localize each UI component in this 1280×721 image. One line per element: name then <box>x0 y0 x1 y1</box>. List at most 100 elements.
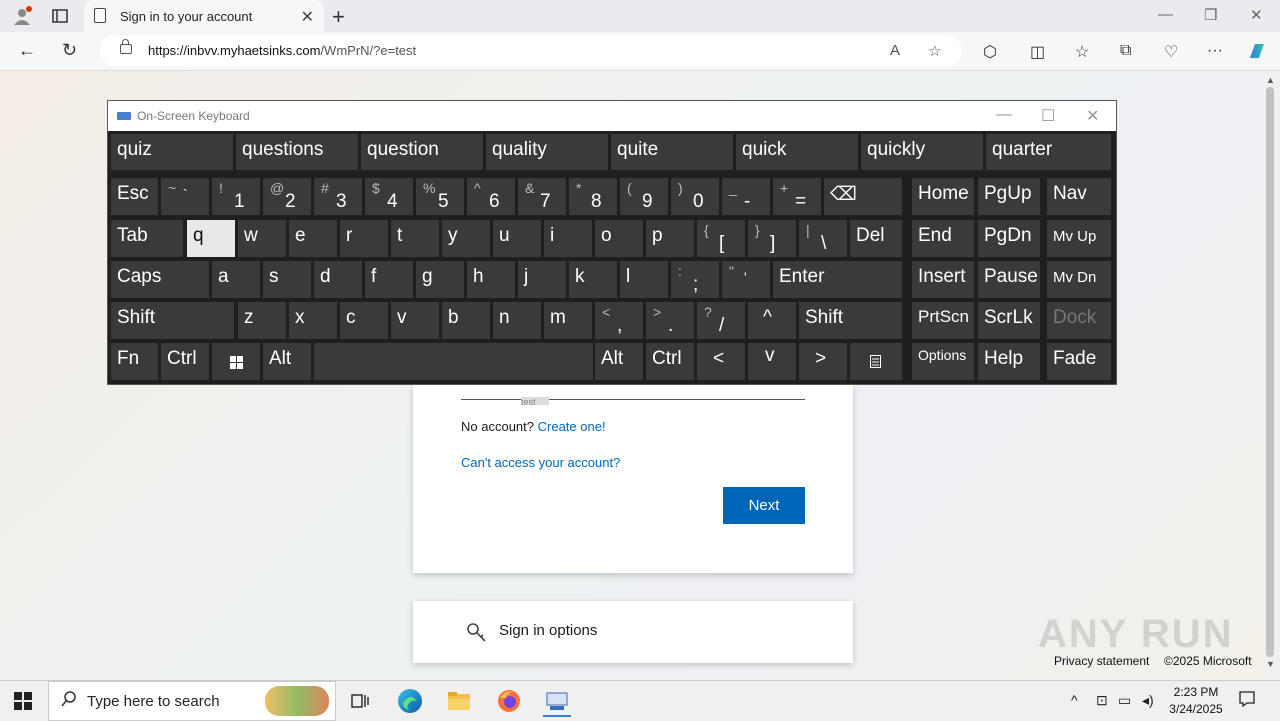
key-backtick[interactable]: ~ ` <box>161 178 209 215</box>
osk-minimize-button[interactable]: — <box>996 106 1012 124</box>
key-u[interactable]: u <box>493 220 541 257</box>
key-slash[interactable]: ? / <box>697 302 745 339</box>
suggestion-question[interactable]: question <box>361 134 483 170</box>
firefox-icon[interactable] <box>495 687 523 715</box>
cant-access-link[interactable]: Can't access your account? <box>461 455 620 470</box>
privacy-link[interactable]: Privacy statement <box>1054 654 1149 668</box>
key-alt-right[interactable]: Alt <box>595 343 643 380</box>
key-mv-up[interactable]: Mv Up <box>1047 220 1111 257</box>
copilot-icon[interactable] <box>1246 40 1268 67</box>
key-windows[interactable] <box>212 343 260 380</box>
tray-chevron-icon[interactable]: ^ <box>1071 692 1078 708</box>
key-menu[interactable] <box>850 343 902 380</box>
key-equals[interactable]: + = <box>773 178 821 215</box>
new-tab-button[interactable]: + <box>332 4 345 30</box>
taskbar-search-box[interactable]: Type here to search <box>48 681 336 721</box>
key-k[interactable]: k <box>569 261 617 298</box>
key-enter[interactable]: Enter <box>773 261 902 298</box>
key-options[interactable]: Options <box>912 343 974 380</box>
key-down-arrow[interactable]: v <box>748 343 796 380</box>
key-left-bracket[interactable]: {[ <box>697 220 745 257</box>
key-8[interactable]: * 8 <box>569 178 617 215</box>
restore-button[interactable]: ❐ <box>1204 6 1217 24</box>
key-j[interactable]: j <box>518 261 566 298</box>
key-mv-dn[interactable]: Mv Dn <box>1047 261 1111 298</box>
sign-in-options-button[interactable]: Sign in options <box>413 601 853 663</box>
key-p[interactable]: p <box>646 220 694 257</box>
key-shift-right[interactable]: Shift <box>799 302 902 339</box>
minimize-button[interactable]: — <box>1158 6 1173 23</box>
key-i[interactable]: i <box>544 220 592 257</box>
clock[interactable]: 2:23 PM 3/24/2025 <box>1168 684 1224 718</box>
page-scrollbar[interactable]: ▲ ▼ <box>1262 71 1280 680</box>
key-w[interactable]: w <box>238 220 286 257</box>
key-prtscn[interactable]: PrtScn <box>912 302 974 339</box>
key-backslash[interactable]: | \ <box>799 220 847 257</box>
scroll-up-icon[interactable]: ▲ <box>1266 75 1275 85</box>
key-fade[interactable]: Fade <box>1047 343 1111 380</box>
key-3[interactable]: #3 <box>314 178 362 215</box>
key-shift-left[interactable]: Shift <box>111 302 234 339</box>
suggestion-quick[interactable]: quick <box>736 134 858 170</box>
tab-actions-icon[interactable] <box>50 6 70 26</box>
osk-taskbar-icon[interactable] <box>543 687 571 717</box>
key-insert[interactable]: Insert <box>912 261 974 298</box>
key-b[interactable]: b <box>442 302 490 339</box>
key-2[interactable]: @2 <box>263 178 311 215</box>
key-pause[interactable]: Pause <box>978 261 1040 298</box>
key-0[interactable]: ) 0 <box>671 178 719 215</box>
key-l[interactable]: l <box>620 261 668 298</box>
key-help[interactable]: Help <box>978 343 1040 380</box>
key-v[interactable]: v <box>391 302 439 339</box>
email-field[interactable]: test <box>461 397 805 407</box>
notifications-icon[interactable] <box>1238 690 1256 711</box>
key-semicolon[interactable]: :; <box>671 261 719 298</box>
collections-icon[interactable]: ⧉ <box>1120 42 1131 60</box>
key-7[interactable]: & 7 <box>518 178 566 215</box>
key-y[interactable]: y <box>442 220 490 257</box>
key-1[interactable]: ! 1 <box>212 178 260 215</box>
key-s[interactable]: s <box>263 261 311 298</box>
key-x[interactable]: x <box>289 302 337 339</box>
key-pgup[interactable]: PgUp <box>978 178 1040 215</box>
create-account-link[interactable]: Create one! <box>538 419 606 434</box>
key-nav[interactable]: Nav <box>1047 178 1111 215</box>
key-esc[interactable]: Esc <box>111 178 158 215</box>
file-explorer-icon[interactable] <box>445 687 473 715</box>
key-q[interactable]: q <box>187 220 235 257</box>
suggestion-quality[interactable]: quality <box>486 134 608 170</box>
key-t[interactable]: t <box>391 220 439 257</box>
key-tab[interactable]: Tab <box>111 220 183 257</box>
key-6[interactable]: ^ 6 <box>467 178 515 215</box>
key-quote[interactable]: " ' <box>722 261 770 298</box>
key-h[interactable]: h <box>467 261 515 298</box>
osk-close-button[interactable]: ✕ <box>1086 106 1099 126</box>
close-window-button[interactable]: ✕ <box>1250 6 1263 24</box>
suggestion-quite[interactable]: quite <box>611 134 733 170</box>
suggestion-quiz[interactable]: quiz <box>111 134 233 170</box>
key-backspace[interactable]: ⌫ <box>824 178 902 215</box>
key-n[interactable]: n <box>493 302 541 339</box>
extensions-icon[interactable]: ⬡ <box>983 42 997 62</box>
key-c[interactable]: c <box>340 302 388 339</box>
url-field[interactable]: https://inbvv.myhaetsinks.com/WmPrN/?e=t… <box>100 35 962 66</box>
key-d[interactable]: d <box>314 261 362 298</box>
key-r[interactable]: r <box>340 220 388 257</box>
key-home[interactable]: Home <box>912 178 974 215</box>
key-o[interactable]: o <box>595 220 643 257</box>
favorites-icon[interactable]: ☆ <box>1075 42 1089 62</box>
key-pgdn[interactable]: PgDn <box>978 220 1040 257</box>
read-aloud-icon[interactable]: A <box>890 42 900 59</box>
key-fn[interactable]: Fn <box>111 343 158 380</box>
active-tab[interactable]: Sign in to your account ✕ <box>84 0 324 32</box>
suggestion-questions[interactable]: questions <box>236 134 358 170</box>
refresh-button[interactable]: ↻ <box>62 40 77 61</box>
edge-icon[interactable] <box>396 687 424 715</box>
next-button[interactable]: Next <box>723 487 805 524</box>
key-space[interactable] <box>314 343 593 380</box>
favorite-star-icon[interactable]: ☆ <box>928 42 941 60</box>
suggestion-quickly[interactable]: quickly <box>861 134 983 170</box>
key-ctrl-left[interactable]: Ctrl <box>161 343 209 380</box>
key-9[interactable]: (9 <box>620 178 668 215</box>
key-5[interactable]: % 5 <box>416 178 464 215</box>
